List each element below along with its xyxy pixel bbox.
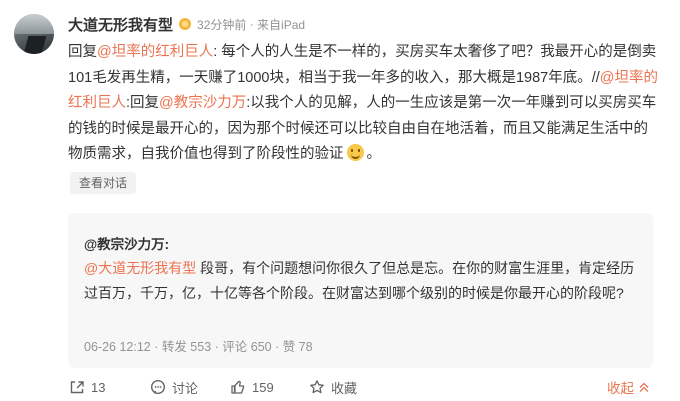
mention-link[interactable]: @大道无形我有型	[84, 260, 196, 276]
mention-link[interactable]: @坦率的红利巨人	[97, 44, 213, 60]
collapse-button[interactable]: 收起	[607, 376, 650, 398]
comment-label: 讨论	[172, 380, 199, 396]
like-icon	[231, 380, 245, 394]
meta-dot: ·	[246, 17, 258, 31]
quote-author[interactable]: @教宗沙力万:	[84, 233, 169, 253]
vip-icon	[179, 18, 192, 30]
favorite-button[interactable]: 收藏	[309, 376, 357, 398]
post-source: 来自iPad	[257, 17, 306, 32]
share-count: 13	[91, 379, 106, 395]
avatar-sky	[14, 14, 54, 34]
comment-button[interactable]: 讨论	[150, 376, 198, 398]
favorite-icon	[310, 380, 324, 394]
content-text: 回复	[68, 44, 97, 60]
like-count: 159	[252, 379, 274, 395]
smile-emoji-icon	[346, 144, 364, 161]
like-button[interactable]: 159	[230, 376, 274, 398]
post-header: 大道无形我有型 32分钟前 · 来自iPad	[68, 14, 305, 34]
mention-link[interactable]: @教宗沙力万	[159, 95, 246, 111]
content-text: 。	[366, 146, 382, 162]
post-time: 32分钟前	[197, 17, 247, 32]
chevron-up-icon	[639, 382, 649, 392]
username[interactable]: 大道无形我有型	[68, 14, 173, 35]
share-icon	[70, 381, 84, 394]
comment-icon	[150, 379, 166, 395]
view-conversation-button[interactable]: 查看对话	[70, 172, 137, 194]
quoted-post: @教宗沙力万: @大道无形我有型 段哥，有个问题想问你很久了但总是忘。在你的财富…	[68, 213, 653, 368]
avatar-road	[23, 36, 47, 54]
favorite-label: 收藏	[331, 380, 358, 396]
post-content: 回复@坦率的红利巨人: 每个人的人生是不一样的，买房买车太奢侈了吧？我最开心的是…	[68, 40, 658, 168]
quote-text: @大道无形我有型 段哥，有个问题想问你很久了但总是忘。在你的财富生涯里，肯定经历…	[84, 256, 639, 305]
action-bar: 13 讨论 159 收藏 收起	[0, 376, 680, 398]
collapse-label: 收起	[607, 381, 634, 396]
avatar[interactable]	[14, 14, 54, 54]
quote-meta: 06-26 12:12 · 转发 553 · 评论 650 · 赞 78	[84, 340, 313, 354]
share-button[interactable]: 13	[69, 376, 105, 398]
content-text: :回复	[126, 95, 160, 111]
